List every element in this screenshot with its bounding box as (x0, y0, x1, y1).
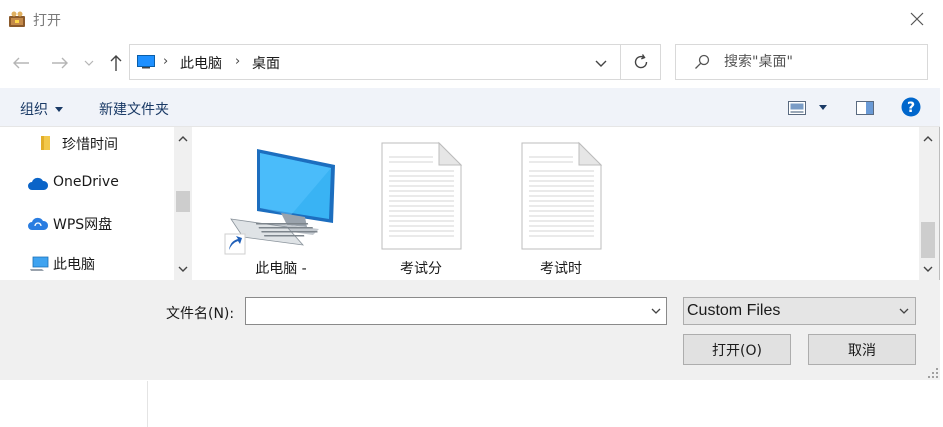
scroll-up-icon[interactable] (922, 133, 934, 145)
close-button[interactable] (894, 0, 940, 38)
file-item-document[interactable]: 考试时 (501, 127, 621, 280)
up-button[interactable] (104, 51, 128, 75)
file-list: 此电脑 - 考试分 考试时 (193, 127, 937, 280)
command-toolbar: 组织 新建文件夹 ? (0, 88, 940, 127)
filetype-select[interactable]: Custom Files (683, 297, 916, 325)
cloud-icon (28, 177, 49, 190)
document-icon (521, 141, 603, 250)
filename-combobox[interactable] (245, 297, 667, 325)
breadcrumb-separator[interactable]: › (235, 54, 240, 69)
svg-text:?: ? (907, 100, 915, 116)
scroll-down-icon[interactable] (177, 263, 189, 275)
title-bar: 打开 (0, 0, 940, 38)
cancel-button[interactable]: 取消 (808, 334, 916, 365)
computer-icon (30, 256, 49, 271)
scroll-down-icon[interactable] (922, 263, 934, 275)
resize-grip-icon[interactable] (928, 368, 938, 378)
sidebar-item-label: OneDrive (53, 174, 119, 190)
computer-shortcut-icon (224, 149, 335, 255)
app-icon (9, 11, 25, 27)
address-history-dropdown-icon[interactable] (593, 55, 609, 71)
sidebar-item-珍惜时间[interactable]: 珍惜时间 (0, 129, 170, 157)
open-button[interactable]: 打开(O) (683, 334, 791, 365)
view-options-icon[interactable] (788, 101, 806, 115)
search-box[interactable] (675, 44, 928, 80)
sidebar-item-onedrive[interactable]: OneDrive (0, 169, 170, 197)
view-dropdown-icon[interactable] (819, 105, 827, 111)
file-label: 考试分 (400, 261, 442, 277)
caret-down-icon (55, 107, 64, 112)
preview-pane-icon[interactable] (856, 101, 874, 115)
chevron-down-icon (84, 60, 94, 66)
new-folder-button[interactable]: 新建文件夹 (99, 99, 169, 119)
folder-icon (41, 136, 50, 150)
navigation-bar: › 此电脑 › 桌面 (0, 38, 940, 88)
refresh-icon[interactable] (632, 53, 650, 71)
address-divider (620, 45, 621, 79)
sidebar-item-this-pc[interactable]: 此电脑 (0, 249, 170, 277)
organize-menu-button[interactable]: 组织 (20, 99, 64, 119)
forward-button[interactable] (48, 51, 72, 75)
background-sidebar (0, 381, 148, 427)
sidebar-scroll-thumb[interactable] (176, 191, 190, 212)
background-ruler (160, 393, 943, 395)
file-list-scroll-thumb[interactable] (921, 222, 935, 258)
file-label: 此电脑 - (255, 261, 307, 277)
wps-cloud-icon (28, 217, 49, 230)
recent-locations-button[interactable] (80, 51, 98, 75)
sidebar-item-label: WPS网盘 (53, 217, 113, 233)
file-label: 考试时 (540, 261, 582, 277)
filetype-value: Custom Files (687, 302, 781, 319)
scroll-up-icon[interactable] (177, 133, 189, 145)
chevron-down-icon[interactable] (650, 305, 662, 317)
background-app (0, 381, 943, 427)
open-file-dialog: 打开 › 此电脑 › 桌面 搜索"桌面" 组织 新建文件夹 ? 珍惜时间 One… (0, 0, 940, 380)
arrow-right-icon (52, 57, 68, 69)
dialog-footer: 文件名(N): Custom Files 打开(O) 取消 (0, 280, 940, 380)
search-input[interactable] (724, 52, 914, 72)
breadcrumb-this-pc[interactable]: 此电脑 (180, 53, 222, 73)
breadcrumb-separator: › (163, 54, 169, 69)
file-item-this-pc-shortcut[interactable]: 此电脑 - (221, 127, 341, 280)
back-button[interactable] (9, 51, 33, 75)
organize-label: 组织 (20, 102, 48, 118)
sidebar-item-wps-cloud[interactable]: WPS网盘 (0, 209, 170, 237)
document-icon (381, 141, 463, 250)
chevron-down-icon (899, 308, 909, 314)
sidebar-item-label: 此电脑 (53, 257, 95, 273)
close-icon (910, 12, 924, 26)
arrow-left-icon (13, 57, 29, 69)
help-icon[interactable]: ? (901, 97, 921, 117)
sidebar-scrollbar[interactable] (174, 127, 192, 280)
navigation-pane: 珍惜时间 OneDrive WPS网盘 此电脑 (0, 127, 193, 280)
arrow-up-icon (110, 55, 122, 71)
computer-icon (137, 55, 155, 69)
window-title: 打开 (33, 13, 61, 29)
file-item-document[interactable]: 考试分 (361, 127, 481, 280)
address-bar[interactable]: › 此电脑 › 桌面 (129, 44, 661, 80)
search-icon (695, 54, 710, 69)
filename-input[interactable] (250, 302, 640, 320)
breadcrumb-desktop[interactable]: 桌面 (252, 53, 280, 73)
sidebar-item-label: 珍惜时间 (62, 137, 118, 153)
file-list-scrollbar[interactable] (919, 127, 937, 280)
filename-label: 文件名(N): (166, 306, 235, 322)
